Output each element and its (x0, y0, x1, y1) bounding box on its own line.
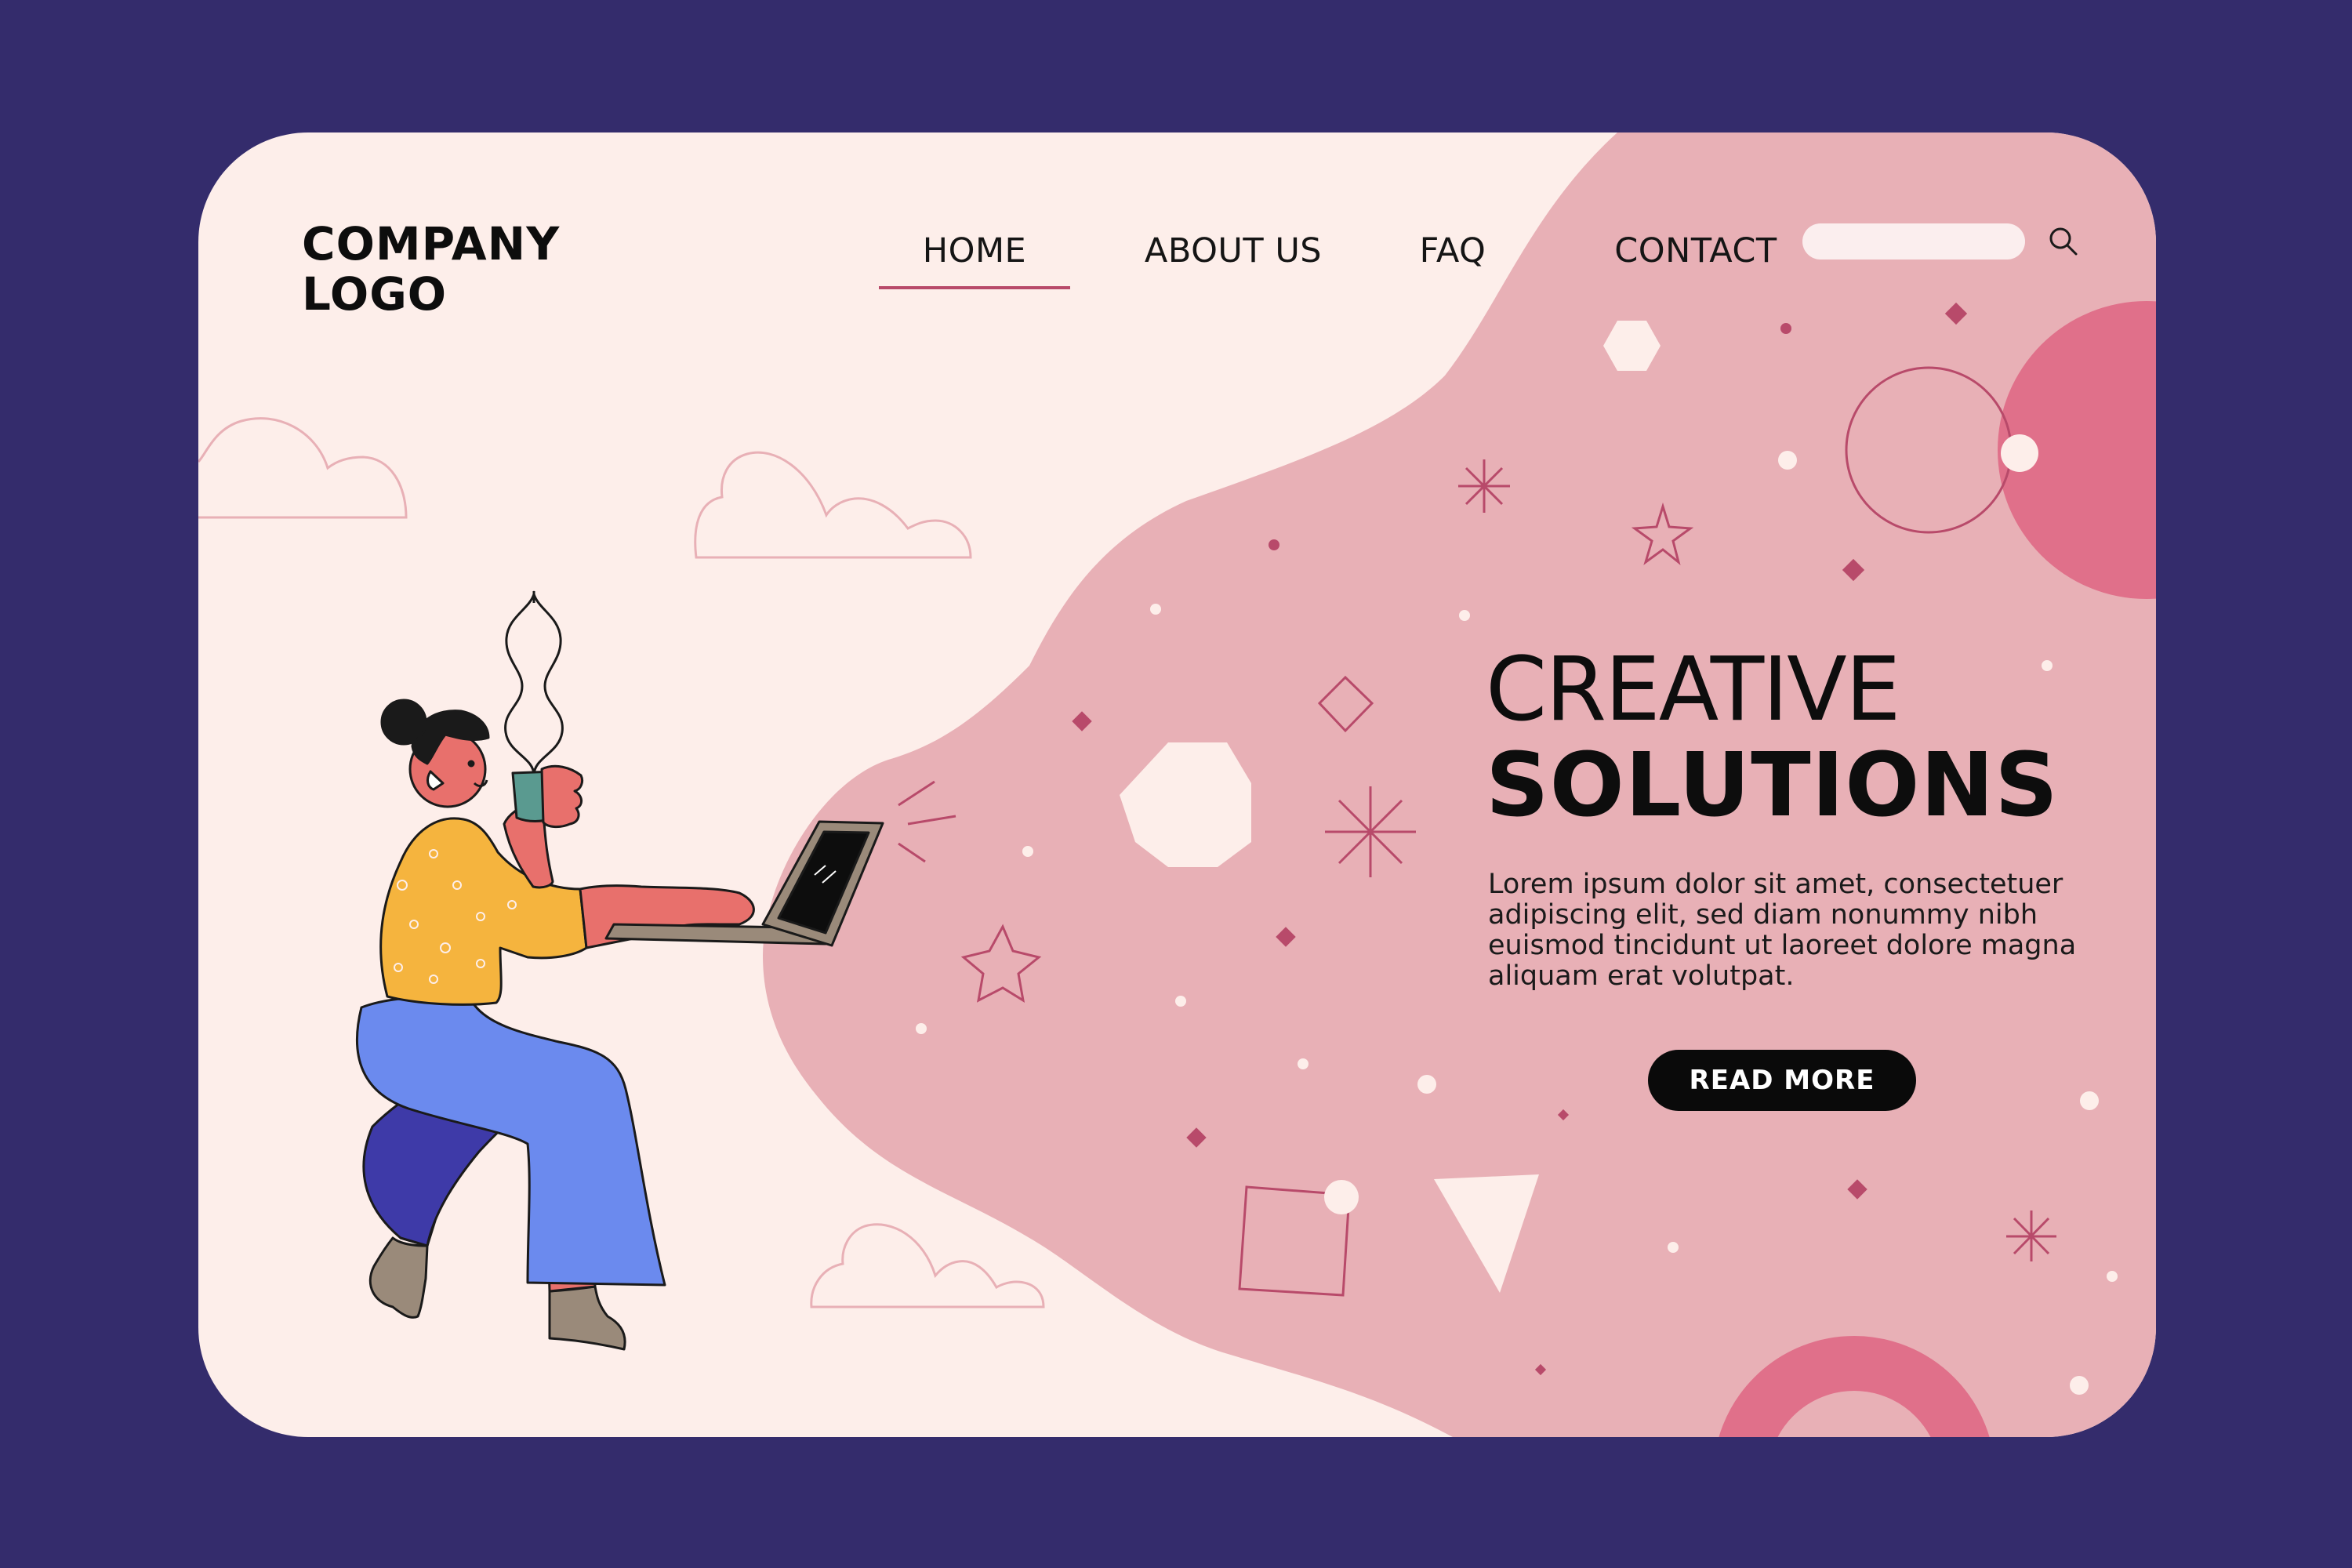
nav-item-faq[interactable]: FAQ (1390, 216, 1515, 286)
nav-item-home[interactable]: HOME (879, 216, 1070, 289)
company-logo[interactable]: COMPANY LOGO (302, 219, 560, 319)
cloud-3 (810, 1223, 1045, 1308)
hero-body-text: Lorem ipsum dolor sit amet, consectetuer… (1488, 869, 2077, 992)
landing-page-card: COMPANY LOGO HOME ABOUT US FAQ CONTACT C… (198, 132, 2156, 1437)
white-dot (1324, 1180, 1359, 1214)
cloud-1 (198, 417, 408, 519)
hero-title-line-1: CREATIVE (1486, 639, 1901, 741)
logo-line-2: LOGO (302, 267, 448, 321)
white-dot-large (2001, 434, 2038, 472)
steam-icon (504, 590, 564, 776)
search-icon[interactable] (2042, 220, 2085, 263)
nav-item-about-us[interactable]: ABOUT US (1116, 216, 1351, 286)
hero-title-line-2: SOLUTIONS (1486, 735, 2059, 837)
read-more-button[interactable]: READ MORE (1648, 1050, 1916, 1111)
cloud-2 (694, 451, 972, 559)
logo-line-1: COMPANY (302, 217, 561, 270)
nav-item-contact[interactable]: CONTACT (1578, 216, 1813, 286)
hero-headline: CREATIVE SOLUTIONS (1486, 642, 2059, 833)
search-input[interactable] (1802, 223, 2025, 260)
